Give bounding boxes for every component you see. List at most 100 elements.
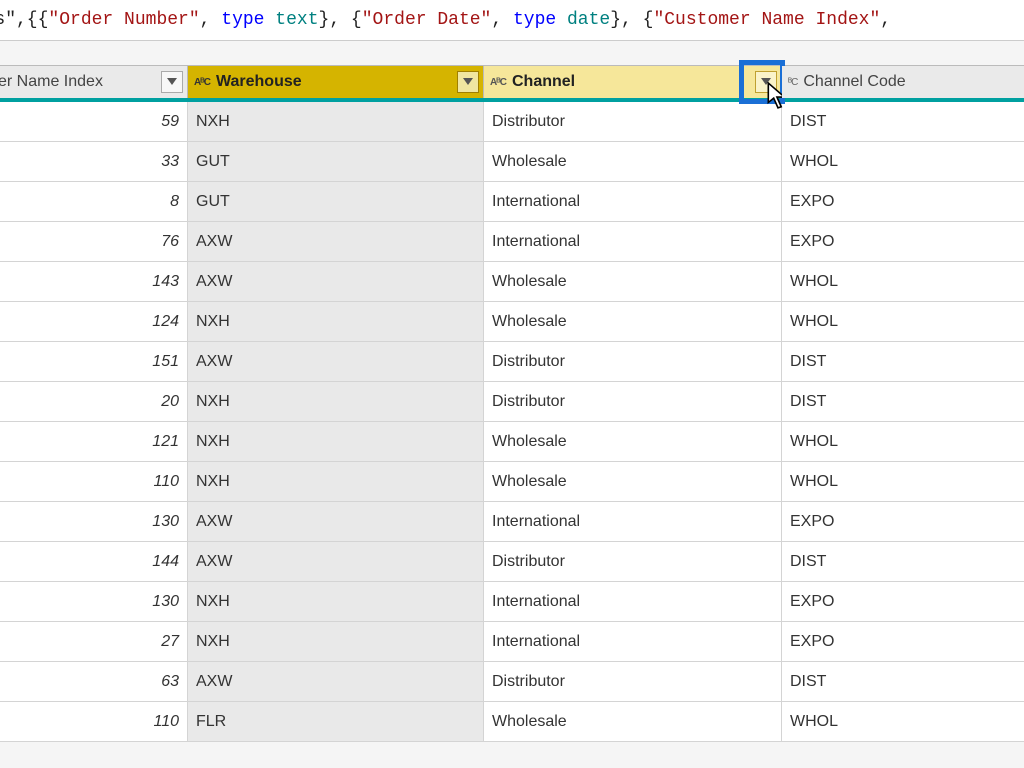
filter-button[interactable] <box>755 71 777 93</box>
column-label: Channel Code <box>803 73 905 91</box>
cell-channel-code[interactable]: WHOL <box>782 302 1024 341</box>
chevron-down-icon <box>761 78 771 86</box>
formula-bar[interactable]: ders",{{"Order Number", type text}, {"Or… <box>0 0 1024 41</box>
filter-button[interactable] <box>457 71 479 93</box>
cell-customer-name-index[interactable]: 59 <box>0 102 188 141</box>
type-text-icon: ᴮC <box>788 77 797 88</box>
cell-channel[interactable]: Wholesale <box>484 142 782 181</box>
column-label: Warehouse <box>216 73 302 91</box>
cell-warehouse[interactable]: NXH <box>188 102 484 141</box>
header-row: er Name Index AᴮC Warehouse AᴮC Channel … <box>0 66 1024 102</box>
type-text-icon: AᴮC <box>490 77 506 88</box>
column-label: Channel <box>512 73 575 91</box>
cell-channel[interactable]: Distributor <box>484 342 782 381</box>
table-row[interactable]: 8GUTInternationalEXPO <box>0 182 1024 222</box>
cell-customer-name-index[interactable]: 110 <box>0 462 188 501</box>
chevron-down-icon <box>167 78 177 86</box>
cell-channel[interactable]: Wholesale <box>484 462 782 501</box>
cell-channel[interactable]: International <box>484 582 782 621</box>
cell-channel[interactable]: International <box>484 502 782 541</box>
cell-customer-name-index[interactable]: 121 <box>0 422 188 461</box>
cell-channel[interactable]: Distributor <box>484 662 782 701</box>
cell-customer-name-index[interactable]: 130 <box>0 582 188 621</box>
cell-warehouse[interactable]: NXH <box>188 622 484 661</box>
cell-customer-name-index[interactable]: 130 <box>0 502 188 541</box>
cell-customer-name-index[interactable]: 144 <box>0 542 188 581</box>
cell-customer-name-index[interactable]: 33 <box>0 142 188 181</box>
cell-customer-name-index[interactable]: 124 <box>0 302 188 341</box>
cell-channel[interactable]: Distributor <box>484 382 782 421</box>
cell-warehouse[interactable]: NXH <box>188 422 484 461</box>
cell-warehouse[interactable]: AXW <box>188 662 484 701</box>
cell-warehouse[interactable]: NXH <box>188 302 484 341</box>
cell-channel[interactable]: Wholesale <box>484 262 782 301</box>
type-text-icon: AᴮC <box>194 77 210 88</box>
cell-channel-code[interactable]: EXPO <box>782 182 1024 221</box>
cell-channel-code[interactable]: DIST <box>782 342 1024 381</box>
table-row[interactable]: 121NXHWholesaleWHOL <box>0 422 1024 462</box>
cell-customer-name-index[interactable]: 27 <box>0 622 188 661</box>
cell-warehouse[interactable]: GUT <box>188 142 484 181</box>
cell-warehouse[interactable]: NXH <box>188 382 484 421</box>
cell-customer-name-index[interactable]: 143 <box>0 262 188 301</box>
cell-channel[interactable]: Distributor <box>484 102 782 141</box>
table-row[interactable]: 151AXWDistributorDIST <box>0 342 1024 382</box>
cell-channel[interactable]: Wholesale <box>484 302 782 341</box>
cell-warehouse[interactable]: AXW <box>188 542 484 581</box>
cell-customer-name-index[interactable]: 8 <box>0 182 188 221</box>
cell-channel-code[interactable]: EXPO <box>782 582 1024 621</box>
column-header-customer-name-index[interactable]: er Name Index <box>0 66 188 98</box>
table-row[interactable]: 144AXWDistributorDIST <box>0 542 1024 582</box>
cell-channel[interactable]: Distributor <box>484 542 782 581</box>
cell-channel-code[interactable]: DIST <box>782 662 1024 701</box>
table-row[interactable]: 130AXWInternationalEXPO <box>0 502 1024 542</box>
cell-channel[interactable]: International <box>484 182 782 221</box>
cell-customer-name-index[interactable]: 20 <box>0 382 188 421</box>
column-header-channel[interactable]: AᴮC Channel <box>484 66 782 98</box>
cell-channel-code[interactable]: EXPO <box>782 222 1024 261</box>
data-grid: er Name Index AᴮC Warehouse AᴮC Channel … <box>0 65 1024 742</box>
cell-warehouse[interactable]: AXW <box>188 342 484 381</box>
table-row[interactable]: 124NXHWholesaleWHOL <box>0 302 1024 342</box>
cell-channel-code[interactable]: DIST <box>782 382 1024 421</box>
cell-channel[interactable]: International <box>484 622 782 661</box>
cell-channel[interactable]: International <box>484 222 782 261</box>
cell-warehouse[interactable]: GUT <box>188 182 484 221</box>
cell-channel-code[interactable]: WHOL <box>782 262 1024 301</box>
cell-customer-name-index[interactable]: 151 <box>0 342 188 381</box>
cell-warehouse[interactable]: FLR <box>188 702 484 741</box>
cell-warehouse[interactable]: NXH <box>188 582 484 621</box>
table-row[interactable]: 27NXHInternationalEXPO <box>0 622 1024 662</box>
cell-customer-name-index[interactable]: 63 <box>0 662 188 701</box>
table-row[interactable]: 33GUTWholesaleWHOL <box>0 142 1024 182</box>
cell-channel-code[interactable]: WHOL <box>782 462 1024 501</box>
cell-warehouse[interactable]: AXW <box>188 262 484 301</box>
cell-channel-code[interactable]: DIST <box>782 102 1024 141</box>
table-row[interactable]: 110NXHWholesaleWHOL <box>0 462 1024 502</box>
cell-channel-code[interactable]: EXPO <box>782 502 1024 541</box>
chevron-down-icon <box>463 78 473 86</box>
cell-warehouse[interactable]: AXW <box>188 222 484 261</box>
cell-customer-name-index[interactable]: 110 <box>0 702 188 741</box>
filter-button[interactable] <box>161 71 183 93</box>
column-header-warehouse[interactable]: AᴮC Warehouse <box>188 66 484 98</box>
table-row[interactable]: 143AXWWholesaleWHOL <box>0 262 1024 302</box>
column-header-channel-code[interactable]: ᴮC Channel Code <box>782 66 1024 98</box>
table-row[interactable]: 76AXWInternationalEXPO <box>0 222 1024 262</box>
cell-channel-code[interactable]: DIST <box>782 542 1024 581</box>
table-row[interactable]: 20NXHDistributorDIST <box>0 382 1024 422</box>
cell-channel-code[interactable]: WHOL <box>782 702 1024 741</box>
cell-customer-name-index[interactable]: 76 <box>0 222 188 261</box>
table-row[interactable]: 130NXHInternationalEXPO <box>0 582 1024 622</box>
table-row[interactable]: 59NXHDistributorDIST <box>0 102 1024 142</box>
cell-channel-code[interactable]: WHOL <box>782 142 1024 181</box>
cell-channel-code[interactable]: WHOL <box>782 422 1024 461</box>
table-row[interactable]: 110FLRWholesaleWHOL <box>0 702 1024 742</box>
cell-warehouse[interactable]: AXW <box>188 502 484 541</box>
table-row[interactable]: 63AXWDistributorDIST <box>0 662 1024 702</box>
cell-warehouse[interactable]: NXH <box>188 462 484 501</box>
cell-channel[interactable]: Wholesale <box>484 422 782 461</box>
cell-channel-code[interactable]: EXPO <box>782 622 1024 661</box>
column-label: er Name Index <box>0 73 103 91</box>
cell-channel[interactable]: Wholesale <box>484 702 782 741</box>
